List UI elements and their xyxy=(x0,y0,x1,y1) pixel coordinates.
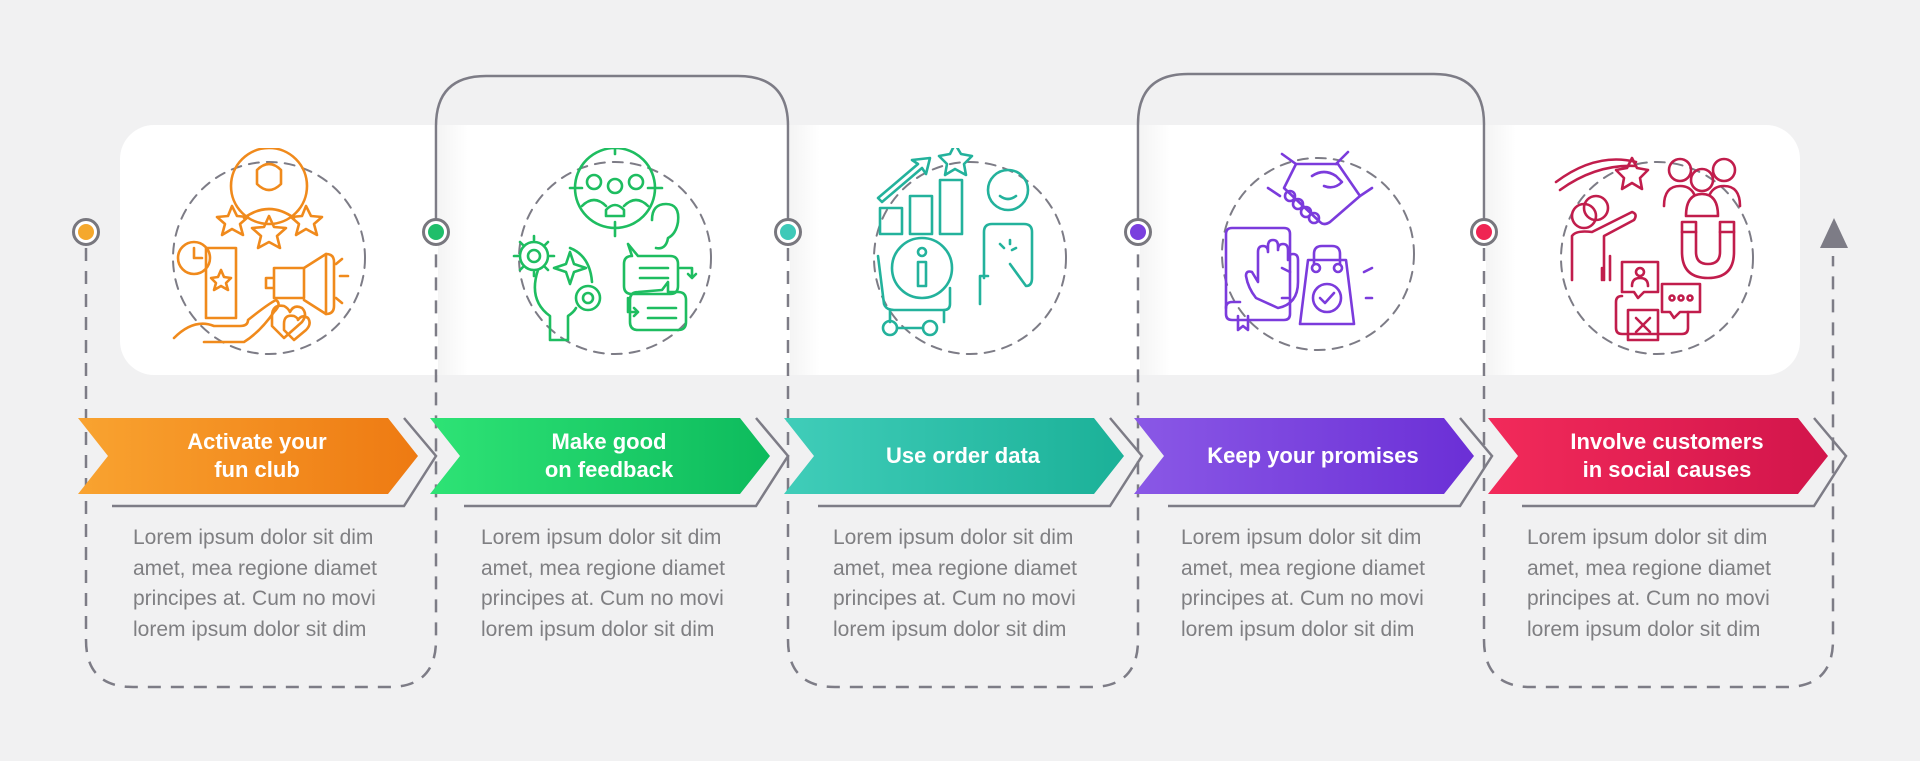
promises-icon xyxy=(1208,148,1418,358)
step-description-3: Lorem ipsum dolor sit dim amet, mea regi… xyxy=(833,526,1077,641)
step-title: Keep your promises xyxy=(1207,443,1419,468)
step-banner-1: Activate your fun club xyxy=(78,417,438,508)
social-causes-icon xyxy=(1552,148,1762,358)
timeline-connectors xyxy=(84,72,1835,689)
step-description-4: Lorem ipsum dolor sit dim amet, mea regi… xyxy=(1181,526,1425,641)
step-banner-4: Keep your promises xyxy=(1134,417,1494,508)
dot-fill xyxy=(1130,224,1146,240)
feedback-icon xyxy=(510,140,720,358)
step-title: Activate your fun club xyxy=(187,429,327,482)
dot-fill xyxy=(428,224,444,240)
order-data-icon xyxy=(860,142,1070,358)
dot-fill xyxy=(780,224,796,240)
dot-fill xyxy=(1476,224,1492,240)
step-description-2: Lorem ipsum dolor sit dim amet, mea regi… xyxy=(481,526,725,641)
dot-fill xyxy=(78,224,94,240)
timeline-dot-5 xyxy=(1470,218,1498,246)
fan-club-icon xyxy=(164,146,374,358)
step-title: Make good on feedback xyxy=(544,429,674,482)
step-title: Use order data xyxy=(885,443,1041,468)
timeline-dot-4 xyxy=(1124,218,1152,246)
timeline-dot-3 xyxy=(774,218,802,246)
step-banner-3: Use order data xyxy=(784,417,1144,508)
step-description-5: Lorem ipsum dolor sit dim amet, mea regi… xyxy=(1527,526,1771,641)
step-description-1: Lorem ipsum dolor sit dim amet, mea regi… xyxy=(133,526,377,641)
arrow-up-icon xyxy=(1820,218,1848,248)
step-banner-2: Make good on feedback xyxy=(430,417,790,508)
timeline-dot-1 xyxy=(72,218,100,246)
step-title: Involve customers in social causes xyxy=(1570,429,1764,482)
step-banner-5: Involve customers in social causes xyxy=(1488,417,1848,508)
timeline-dot-2 xyxy=(422,218,450,246)
